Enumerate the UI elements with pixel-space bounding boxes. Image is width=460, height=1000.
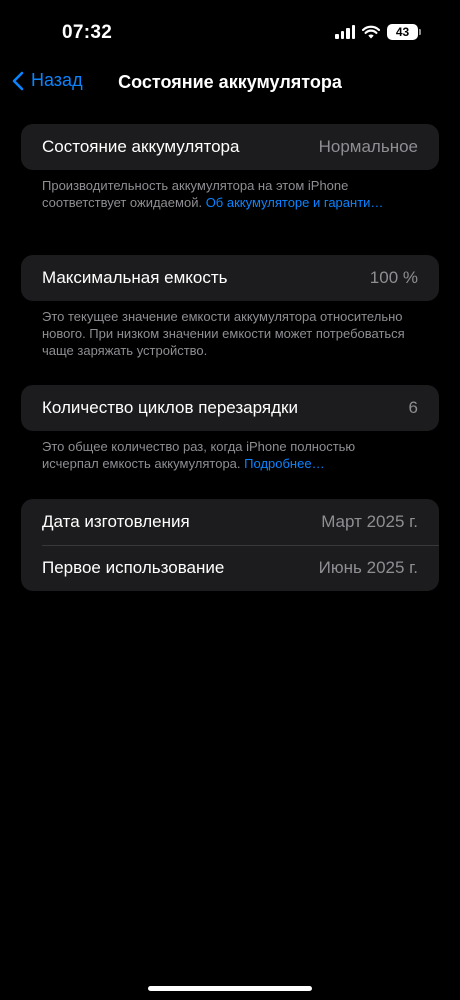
max-capacity-row: Максимальная емкость 100 % [21, 255, 439, 301]
first-use-row: Первое использование Июнь 2025 г. [21, 545, 439, 591]
battery-health-label: Состояние аккумулятора [42, 137, 240, 156]
learn-more-link[interactable]: Подробнее… [244, 456, 324, 471]
home-indicator[interactable] [148, 986, 312, 991]
dates-group: Дата изготовления Март 2025 г. Первое ис… [21, 499, 439, 591]
wifi-icon [362, 25, 380, 39]
manufacture-date-value: Март 2025 г. [321, 512, 418, 531]
cycle-count-label: Количество циклов перезарядки [42, 398, 298, 417]
max-capacity-value: 100 % [369, 268, 418, 287]
manufacture-date-row: Дата изготовления Март 2025 г. [21, 499, 439, 545]
first-use-value: Июнь 2025 г. [318, 558, 418, 577]
cycle-count-group: Количество циклов перезарядки 6 [21, 385, 439, 431]
battery-health-group: Состояние аккумулятора Нормальное [21, 124, 439, 170]
page-title: Состояние аккумулятора [118, 72, 342, 92]
first-use-label: Первое использование [42, 558, 225, 577]
status-time: 07:32 [62, 22, 113, 43]
row-divider [42, 545, 439, 546]
battery-health-footnote: Производительность аккумулятора на этом … [42, 177, 412, 211]
status-bar: 07:32 43 [0, 0, 460, 60]
max-capacity-footnote-text: Это текущее значение емкости аккумулятор… [42, 309, 405, 358]
max-capacity-label: Максимальная емкость [42, 268, 228, 287]
battery-health-row: Состояние аккумулятора Нормальное [21, 124, 439, 170]
navigation-bar: Назад Состояние аккумулятора [0, 60, 460, 104]
max-capacity-footnote: Это текущее значение емкости аккумулятор… [42, 308, 412, 359]
status-icons: 43 [335, 24, 421, 40]
cycle-count-footnote: Это общее количество раз, когда iPhone п… [42, 438, 412, 472]
battery-level: 43 [395, 25, 410, 39]
max-capacity-group: Максимальная емкость 100 % [21, 255, 439, 301]
signal-icon [335, 25, 355, 39]
battery-health-value: Нормальное [318, 137, 418, 156]
cycle-count-value: 6 [408, 398, 418, 417]
cycle-count-row: Количество циклов перезарядки 6 [21, 385, 439, 431]
manufacture-date-label: Дата изготовления [42, 512, 190, 531]
battery-icon: 43 [387, 24, 421, 40]
battery-warranty-link[interactable]: Об аккумуляторе и гаранти… [206, 195, 384, 210]
